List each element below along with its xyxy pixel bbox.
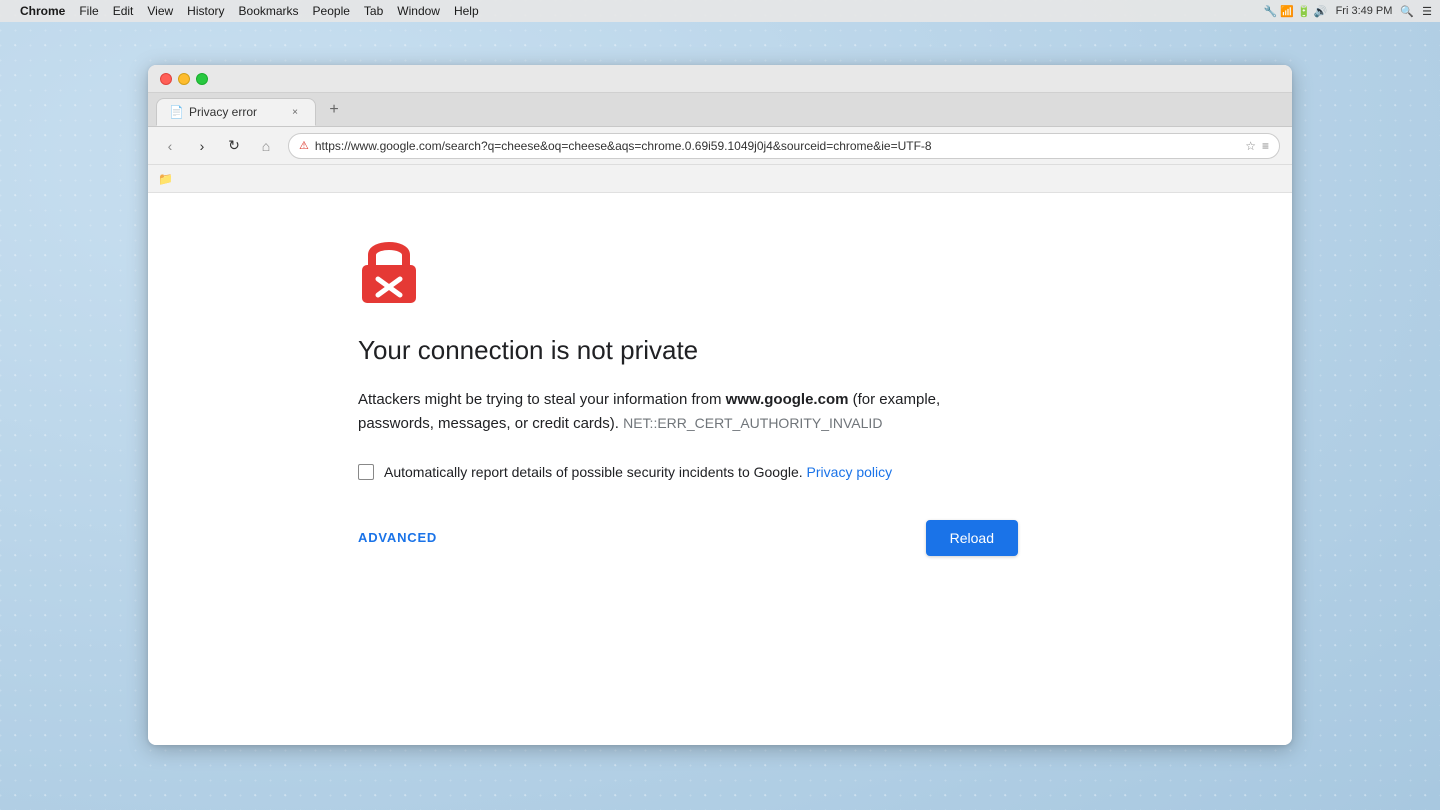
forward-button[interactable]: › — [188, 132, 216, 160]
actions-row: ADVANCED Reload — [358, 520, 1018, 556]
advanced-button[interactable]: ADVANCED — [358, 530, 437, 545]
system-right-icons: 🔧 📶 🔋 🔊 Fri 3:49 PM 🔍 ☰ — [1264, 5, 1432, 18]
tab-page-icon: 📄 — [169, 105, 183, 119]
traffic-lights — [160, 73, 208, 85]
menu-item-tab[interactable]: Tab — [364, 4, 383, 18]
lock-icon-wrapper — [358, 233, 1018, 310]
tab-close-button[interactable]: × — [287, 104, 303, 120]
error-code: NET::ERR_CERT_AUTHORITY_INVALID — [623, 415, 882, 431]
system-menubar: Chrome File Edit View History Bookmarks … — [0, 0, 1440, 22]
error-container: Your connection is not private Attackers… — [358, 233, 1018, 556]
system-icons: 🔧 📶 🔋 🔊 — [1264, 5, 1328, 18]
reload-button[interactable]: Reload — [926, 520, 1018, 556]
menu-item-people[interactable]: People — [313, 4, 350, 18]
bookmarks-bar: 📁 — [148, 165, 1292, 193]
error-description: Attackers might be trying to steal your … — [358, 388, 1018, 436]
menu-item-view[interactable]: View — [147, 4, 173, 18]
spotlight-icon[interactable]: 🔍 — [1400, 5, 1414, 18]
auto-report-checkbox[interactable] — [358, 464, 374, 480]
browser-window: 📄 Privacy error × + ‹ › ↻ ⌂ ⚠ https://ww… — [148, 65, 1292, 745]
menu-item-window[interactable]: Window — [397, 4, 440, 18]
reader-mode-icon[interactable]: ≡ — [1262, 139, 1269, 153]
menu-item-edit[interactable]: Edit — [113, 4, 134, 18]
bookmark-star-icon[interactable]: ☆ — [1245, 139, 1256, 153]
home-button[interactable]: ⌂ — [252, 132, 280, 160]
checkbox-row: Automatically report details of possible… — [358, 464, 1018, 480]
close-button[interactable] — [160, 73, 172, 85]
privacy-error-icon — [358, 233, 420, 305]
new-tab-button[interactable]: + — [320, 96, 348, 124]
menu-item-help[interactable]: Help — [454, 4, 479, 18]
url-display: https://www.google.com/search?q=cheese&o… — [315, 139, 1239, 153]
reload-nav-button[interactable]: ↻ — [220, 132, 248, 160]
title-bar — [148, 65, 1292, 93]
page-content: Your connection is not private Attackers… — [148, 193, 1292, 745]
maximize-button[interactable] — [196, 73, 208, 85]
browser-tab[interactable]: 📄 Privacy error × — [156, 98, 316, 126]
system-time: Fri 3:49 PM — [1336, 5, 1393, 17]
menu-item-file[interactable]: File — [79, 4, 98, 18]
tab-title: Privacy error — [189, 105, 281, 119]
tab-bar: 📄 Privacy error × + — [148, 93, 1292, 127]
back-button[interactable]: ‹ — [156, 132, 184, 160]
notification-icon[interactable]: ☰ — [1422, 5, 1432, 18]
error-title: Your connection is not private — [358, 334, 1018, 368]
menu-item-history[interactable]: History — [187, 4, 224, 18]
menu-item-chrome[interactable]: Chrome — [20, 4, 65, 18]
error-description-before: Attackers might be trying to steal your … — [358, 391, 721, 408]
error-domain: www.google.com — [726, 391, 849, 408]
checkbox-label: Automatically report details of possible… — [384, 464, 892, 480]
system-menu-items: Chrome File Edit View History Bookmarks … — [20, 4, 479, 18]
bookmarks-folder-icon[interactable]: 📁 — [158, 172, 173, 186]
menu-item-bookmarks[interactable]: Bookmarks — [239, 4, 299, 18]
security-indicator-icon: ⚠ — [299, 139, 309, 152]
address-bar[interactable]: ⚠ https://www.google.com/search?q=cheese… — [288, 133, 1280, 159]
nav-bar: ‹ › ↻ ⌂ ⚠ https://www.google.com/search?… — [148, 127, 1292, 165]
privacy-policy-link[interactable]: Privacy policy — [807, 464, 893, 480]
minimize-button[interactable] — [178, 73, 190, 85]
